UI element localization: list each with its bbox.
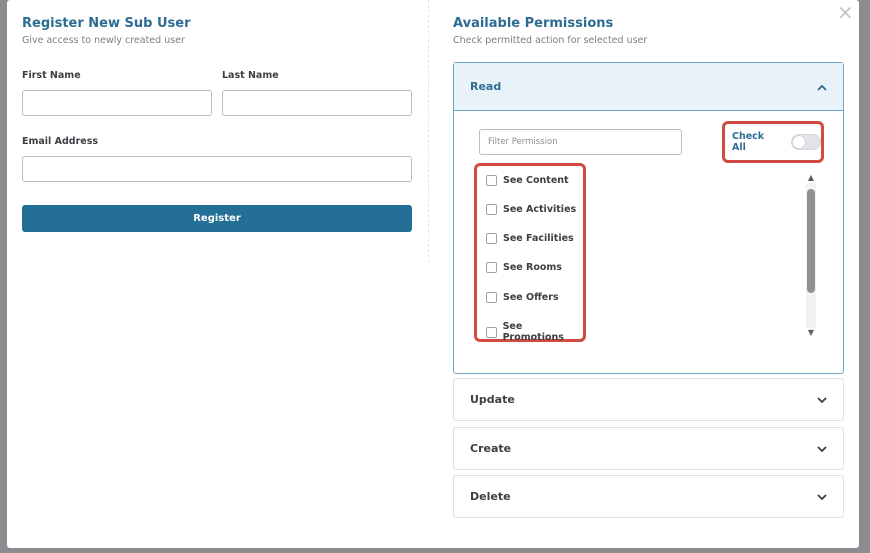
register-title: Register New Sub User bbox=[22, 16, 191, 31]
accordion-delete[interactable]: Delete bbox=[453, 475, 844, 518]
toggle-knob bbox=[793, 136, 806, 148]
chevron-down-icon bbox=[817, 393, 827, 407]
last-name-input[interactable] bbox=[222, 90, 412, 116]
first-name-label: First Name bbox=[22, 70, 81, 81]
filter-permission-input[interactable] bbox=[479, 129, 682, 155]
accordion-update[interactable]: Update bbox=[453, 378, 844, 421]
list-item[interactable]: See Promotions bbox=[486, 321, 583, 343]
accordion-update-label: Update bbox=[470, 393, 515, 406]
chevron-down-icon bbox=[817, 490, 827, 504]
permission-label: See Activities bbox=[503, 204, 577, 215]
check-all-label: Check All bbox=[732, 131, 765, 153]
accordion-create-label: Create bbox=[470, 442, 512, 455]
permission-label: See Offers bbox=[503, 292, 559, 303]
permission-label: See Promotions bbox=[502, 321, 564, 343]
list-item[interactable]: See Content bbox=[486, 175, 569, 186]
permission-label: See Content bbox=[503, 175, 569, 186]
accordion-update-header[interactable]: Update bbox=[454, 379, 843, 420]
scroll-up-icon[interactable]: ▲ bbox=[806, 174, 816, 182]
checkbox[interactable] bbox=[486, 204, 497, 215]
chevron-down-icon bbox=[817, 442, 827, 456]
email-input[interactable] bbox=[22, 156, 412, 182]
accordion-read-header[interactable]: Read bbox=[454, 63, 843, 111]
last-name-group: Last Name bbox=[222, 70, 412, 116]
permissions-panel: Available Permissions Check permitted ac… bbox=[453, 16, 844, 518]
permissions-title: Available Permissions bbox=[453, 16, 614, 31]
scroll-down-icon[interactable]: ▼ bbox=[806, 329, 816, 337]
first-name-input[interactable] bbox=[22, 90, 212, 116]
chevron-up-icon bbox=[817, 80, 827, 94]
permission-label: See Facilities bbox=[503, 233, 574, 244]
register-form: Register New Sub User Give access to new… bbox=[22, 16, 412, 232]
accordion-read-body: Check All See Content See Activities bbox=[454, 111, 843, 373]
permission-list: See Content See Activities See Facilitie… bbox=[474, 163, 586, 343]
check-all-group: Check All bbox=[722, 121, 824, 163]
accordion-delete-label: Delete bbox=[470, 490, 511, 503]
checkbox[interactable] bbox=[486, 175, 497, 186]
email-label: Email Address bbox=[22, 136, 99, 147]
register-subtitle: Give access to newly created user bbox=[22, 35, 185, 46]
column-divider bbox=[428, 0, 429, 262]
first-name-group: First Name bbox=[22, 70, 212, 116]
checkbox[interactable] bbox=[486, 233, 497, 244]
accordion-read-label: Read bbox=[470, 80, 502, 93]
checkbox[interactable] bbox=[486, 326, 497, 338]
register-button[interactable]: Register bbox=[22, 205, 412, 232]
scrollbar-thumb[interactable] bbox=[807, 189, 815, 293]
list-item[interactable]: See Rooms bbox=[486, 262, 562, 273]
email-group: Email Address bbox=[22, 136, 412, 182]
scrollbar-track[interactable] bbox=[806, 183, 816, 328]
accordion-create[interactable]: Create bbox=[453, 427, 844, 470]
check-all-toggle[interactable] bbox=[791, 134, 821, 150]
accordion-delete-header[interactable]: Delete bbox=[454, 476, 843, 517]
permission-label: See Rooms bbox=[503, 262, 562, 273]
last-name-label: Last Name bbox=[222, 70, 279, 81]
accordion-create-header[interactable]: Create bbox=[454, 428, 843, 469]
checkbox[interactable] bbox=[486, 292, 497, 303]
list-item[interactable]: See Facilities bbox=[486, 233, 574, 244]
accordion-read: Read Check All See Content bbox=[453, 62, 844, 374]
checkbox[interactable] bbox=[486, 262, 497, 273]
list-item[interactable]: See Offers bbox=[486, 292, 559, 303]
list-item[interactable]: See Activities bbox=[486, 204, 576, 215]
register-sub-user-modal: × Register New Sub User Give access to n… bbox=[7, 0, 859, 548]
permissions-subtitle: Check permitted action for selected user bbox=[453, 35, 648, 46]
